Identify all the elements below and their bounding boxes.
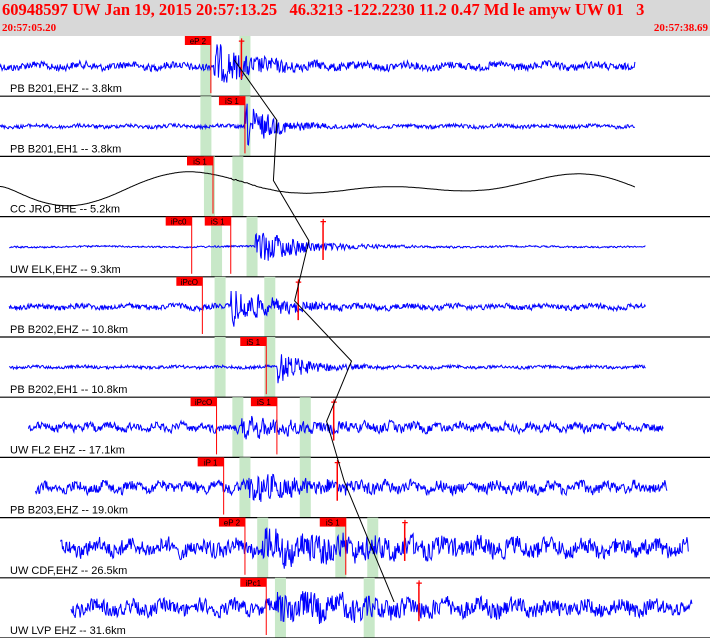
amplitude-plus: + <box>416 578 422 590</box>
trace-label: PB B201,EH1 -- 3.8km <box>10 143 121 155</box>
waveform-trace <box>9 232 646 261</box>
pick-label: iPc1 <box>245 579 261 588</box>
waveform-trace <box>0 171 636 207</box>
pick-label: iS 1 <box>211 218 225 227</box>
pick-label: iPcO <box>195 398 212 407</box>
trace-label: UW CDF,EHZ -- 26.5km <box>10 565 127 577</box>
event-title: 60948597 UW Jan 19, 2015 20:57:13.25 46.… <box>2 0 645 19</box>
pick-label: iPc0 <box>171 218 187 227</box>
waveform-trace <box>8 290 646 327</box>
pick-label: eP 2 <box>190 37 207 46</box>
pick-label: iS 1 <box>225 97 239 106</box>
amplitude-plus: + <box>238 36 244 48</box>
time-window-band <box>299 397 311 458</box>
pick-label: iS 1 <box>193 157 207 166</box>
trace-label: PB B203,EHZ -- 19.0km <box>10 505 128 517</box>
waveform-trace <box>0 103 636 146</box>
amplitude-plus: + <box>320 217 326 229</box>
amplitude-plus: + <box>402 518 408 530</box>
waveform-trace <box>70 591 693 625</box>
pick-label: iPcO <box>181 278 198 287</box>
trace-label: CC JRO BHE -- 5.2km <box>10 204 120 216</box>
pick-label: iS 1 <box>326 519 340 528</box>
pick-label: iS 1 <box>246 338 260 347</box>
trace-label: PB B202,EHZ -- 10.8km <box>10 324 128 336</box>
event-header: 60948597 UW Jan 19, 2015 20:57:13.25 46.… <box>0 0 710 36</box>
trace-label: UW FL2 EHZ -- 17.1km <box>10 444 125 456</box>
pick-label: iP 1 <box>204 458 218 467</box>
trace-label: PB B202,EH1 -- 10.8km <box>10 384 127 396</box>
waveform-trace <box>0 44 636 83</box>
pick-label: iS 1 <box>257 398 271 407</box>
seismogram-plot[interactable]: eP 2 + PB B201,EHZ -- 3.8km iS 1 PB B201,EH1… <box>0 36 710 638</box>
trace-label: PB B201,EHZ -- 3.8km <box>10 83 122 95</box>
waveform-trace <box>27 415 664 440</box>
start-time: 20:57:05.20 <box>2 22 57 34</box>
trace-label: UW ELK,EHZ -- 9.3km <box>10 264 121 276</box>
pick-label: eP 2 <box>224 519 241 528</box>
end-time: 20:57:38.69 <box>653 22 708 34</box>
trace-label: UW LVP EHZ -- 31.6km <box>10 625 126 637</box>
waveform-trace <box>9 354 646 384</box>
time-window-band <box>363 577 375 638</box>
time-window-band <box>232 156 244 217</box>
